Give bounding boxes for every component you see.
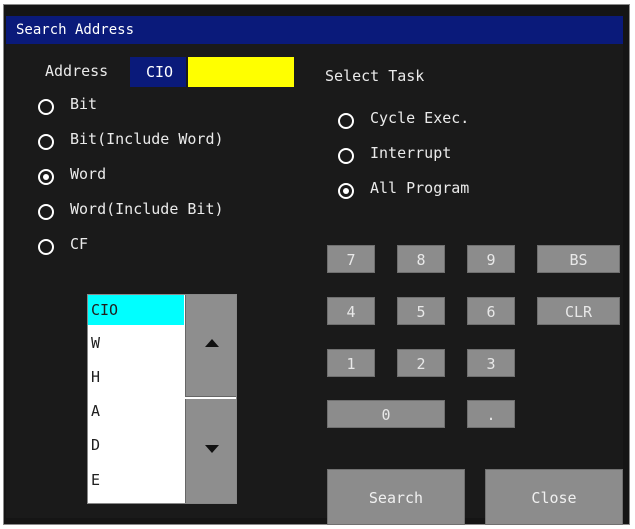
search-type-label: Bit [70,95,98,113]
search-type-label: Word [70,165,107,183]
search-button[interactable]: Search [327,469,465,525]
list-item[interactable]: E [88,465,184,495]
task-option-label: Interrupt [370,144,452,162]
list-item[interactable]: D [88,430,184,460]
key-9[interactable]: 9 [467,245,515,273]
scroll-down-button[interactable] [185,399,236,503]
triangle-up-icon [205,339,219,347]
task-option-label: All Program [370,179,470,197]
radio-icon[interactable] [38,239,54,255]
search-type-label: CF [70,235,89,253]
key-3[interactable]: 3 [467,349,515,377]
select-task-label: Select Task [325,67,425,85]
task-option-label: Cycle Exec. [370,109,470,127]
address-area-badge[interactable]: CIO [130,57,186,87]
search-type-label: Word(Include Bit) [70,200,224,218]
address-input[interactable] [188,57,294,87]
list-item[interactable]: H [88,362,184,392]
clear-button[interactable]: CLR [537,297,620,325]
key-6[interactable]: 6 [467,297,515,325]
search-type-label: Bit(Include Word) [70,130,224,148]
key-0[interactable]: 0 [327,400,445,428]
triangle-down-icon [205,445,219,453]
radio-icon[interactable] [338,148,354,164]
radio-icon[interactable] [38,99,54,115]
radio-selected-icon[interactable] [38,169,54,185]
key-8[interactable]: 8 [397,245,445,273]
list-item[interactable]: A [88,396,184,426]
backspace-button[interactable]: BS [537,245,620,273]
radio-selected-icon[interactable] [338,183,354,199]
scroll-up-button[interactable] [185,295,236,397]
radio-icon[interactable] [38,134,54,150]
address-label: Address [45,62,109,80]
list-item[interactable]: CIO [88,295,184,325]
key-5[interactable]: 5 [397,297,445,325]
key-decimal-point[interactable]: . [467,400,515,428]
radio-icon[interactable] [338,113,354,129]
key-2[interactable]: 2 [397,349,445,377]
radio-icon[interactable] [38,204,54,220]
close-button[interactable]: Close [485,469,623,525]
area-listbox[interactable]: CIO W H A D E [87,294,237,504]
list-item[interactable]: W [88,328,184,358]
window-title: Search Address [6,16,623,44]
key-4[interactable]: 4 [327,297,375,325]
key-1[interactable]: 1 [327,349,375,377]
key-7[interactable]: 7 [327,245,375,273]
